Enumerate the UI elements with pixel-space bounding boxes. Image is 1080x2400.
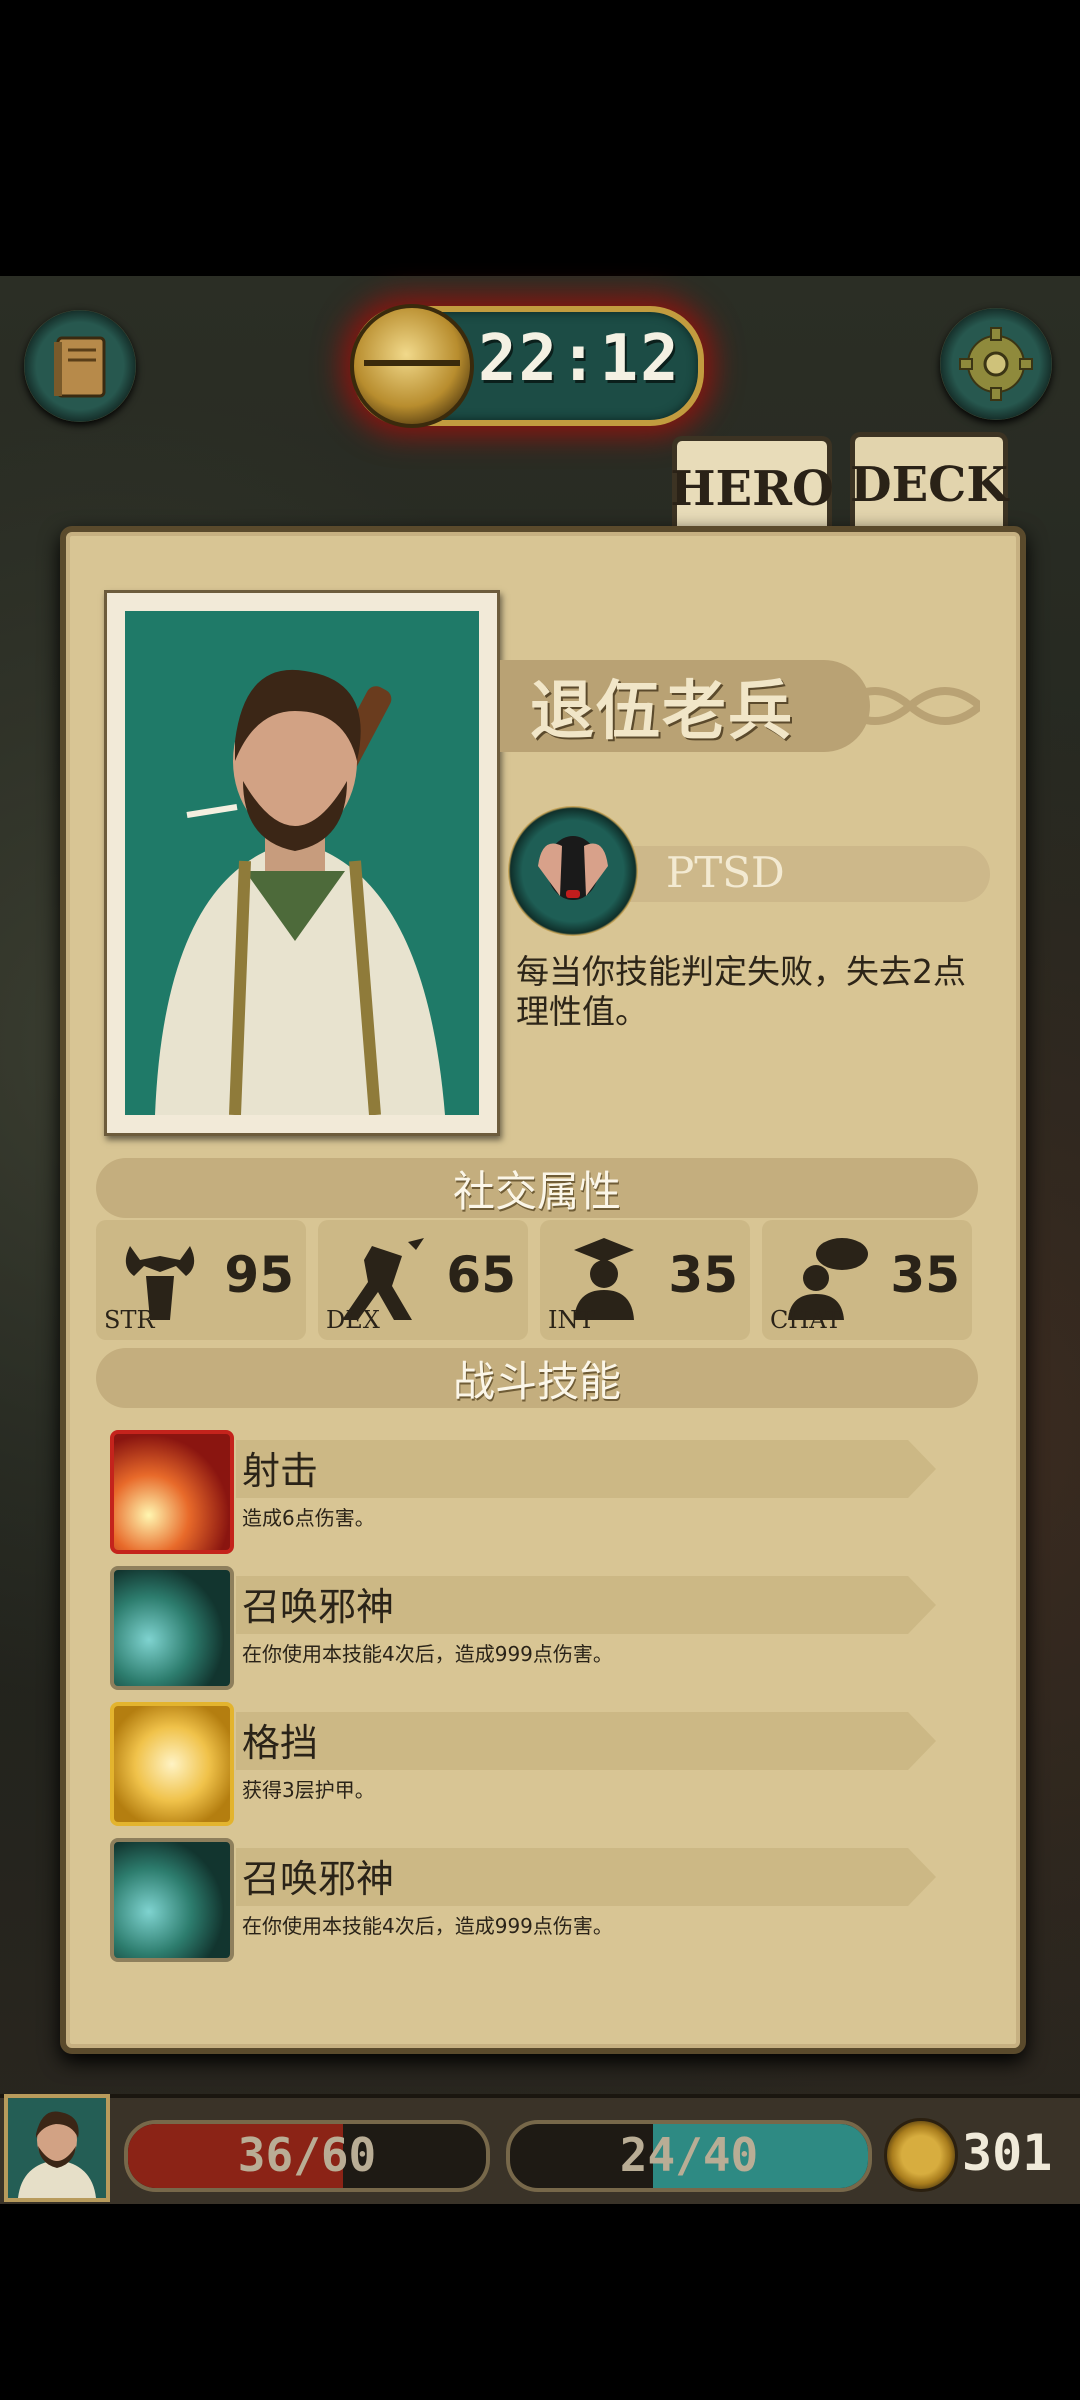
hero-avatar[interactable] bbox=[4, 2094, 110, 2202]
shoot-icon bbox=[110, 1430, 234, 1554]
tab-deck-label: DECK bbox=[849, 457, 1009, 513]
skill-description: 获得3层护甲。 bbox=[242, 1778, 375, 1802]
tab-deck[interactable]: DECK bbox=[850, 432, 1008, 533]
hero-portrait-frame bbox=[104, 590, 500, 1136]
book-icon bbox=[54, 336, 106, 398]
stat-int-value: 35 bbox=[668, 1246, 738, 1304]
section-social-attributes: 社交属性 bbox=[96, 1158, 978, 1218]
skill-name: 召唤邪神 bbox=[242, 1585, 395, 1629]
health-bar: 36/60 bbox=[124, 2120, 490, 2192]
skill-name: 格挡 bbox=[242, 1721, 319, 1765]
skill-name-bar bbox=[236, 1712, 936, 1770]
settings-button[interactable] bbox=[940, 308, 1052, 420]
countdown-timer: 22:12 bbox=[350, 304, 704, 428]
letterbox-bottom bbox=[0, 2200, 1080, 2400]
stat-chat: 35 CHAT bbox=[762, 1220, 972, 1340]
trait-bar bbox=[590, 846, 990, 902]
trait-name: PTSD bbox=[666, 848, 785, 897]
avatar-portrait-icon bbox=[18, 2111, 96, 2198]
timer-coin-icon bbox=[350, 304, 474, 428]
journal-button[interactable] bbox=[24, 310, 136, 422]
stat-dex-label: DEX bbox=[326, 1306, 380, 1334]
trait-description: 每当你技能判定失败，失去2点理性值。 bbox=[516, 952, 966, 1031]
section-social-title: 社交属性 bbox=[452, 1166, 621, 1216]
stat-chat-value: 35 bbox=[890, 1246, 960, 1304]
skill-card[interactable]: 格挡 获得3层护甲。 bbox=[110, 1702, 960, 1826]
stat-int: 35 INT bbox=[540, 1220, 750, 1340]
section-combat-skills: 战斗技能 bbox=[96, 1348, 978, 1408]
skill-name: 召唤邪神 bbox=[242, 1857, 395, 1901]
hero-name-ribbon: 退伍老兵 bbox=[500, 660, 870, 752]
timer-text: 22:12 bbox=[478, 322, 681, 396]
skill-card[interactable]: 射击 造成6点伤害。 bbox=[110, 1430, 960, 1554]
tab-hero-label: HERO bbox=[670, 461, 834, 517]
skill-card[interactable]: 召唤邪神 在你使用本技能4次后，造成999点伤害。 bbox=[110, 1566, 960, 1690]
hero-portrait bbox=[125, 611, 479, 1115]
stat-int-label: INT bbox=[548, 1306, 595, 1334]
stat-dex-value: 65 bbox=[446, 1246, 516, 1304]
stat-str-value: 95 bbox=[224, 1246, 294, 1304]
ornament-knot-icon bbox=[840, 687, 980, 725]
sanity-bar: 24/40 bbox=[506, 2120, 872, 2192]
ptsd-icon bbox=[508, 806, 638, 936]
skill-name-bar bbox=[236, 1440, 936, 1498]
section-combat-title: 战斗技能 bbox=[452, 1356, 621, 1406]
sanity-text: 24/40 bbox=[619, 2128, 759, 2182]
hero-name: 退伍老兵 bbox=[530, 675, 794, 749]
summon-icon bbox=[110, 1838, 234, 1962]
skill-name: 射击 bbox=[242, 1449, 319, 1493]
gold-coin-icon bbox=[884, 2118, 958, 2192]
summon-icon bbox=[110, 1566, 234, 1690]
skill-description: 造成6点伤害。 bbox=[242, 1506, 375, 1530]
block-icon bbox=[110, 1702, 234, 1826]
skill-description: 在你使用本技能4次后，造成999点伤害。 bbox=[242, 1914, 613, 1938]
skill-description: 在你使用本技能4次后，造成999点伤害。 bbox=[242, 1642, 613, 1666]
stat-str: 95 STR bbox=[96, 1220, 306, 1340]
gear-icon bbox=[959, 327, 1033, 401]
stat-chat-label: CHAT bbox=[770, 1306, 842, 1334]
tab-hero[interactable]: HERO bbox=[670, 436, 834, 537]
health-text: 36/60 bbox=[237, 2128, 377, 2182]
gold-amount: 301 bbox=[962, 2124, 1053, 2182]
stat-str-label: STR bbox=[104, 1306, 155, 1334]
stat-dex: 65 DEX bbox=[318, 1220, 528, 1340]
skill-card[interactable]: 召唤邪神 在你使用本技能4次后，造成999点伤害。 bbox=[110, 1838, 960, 1962]
